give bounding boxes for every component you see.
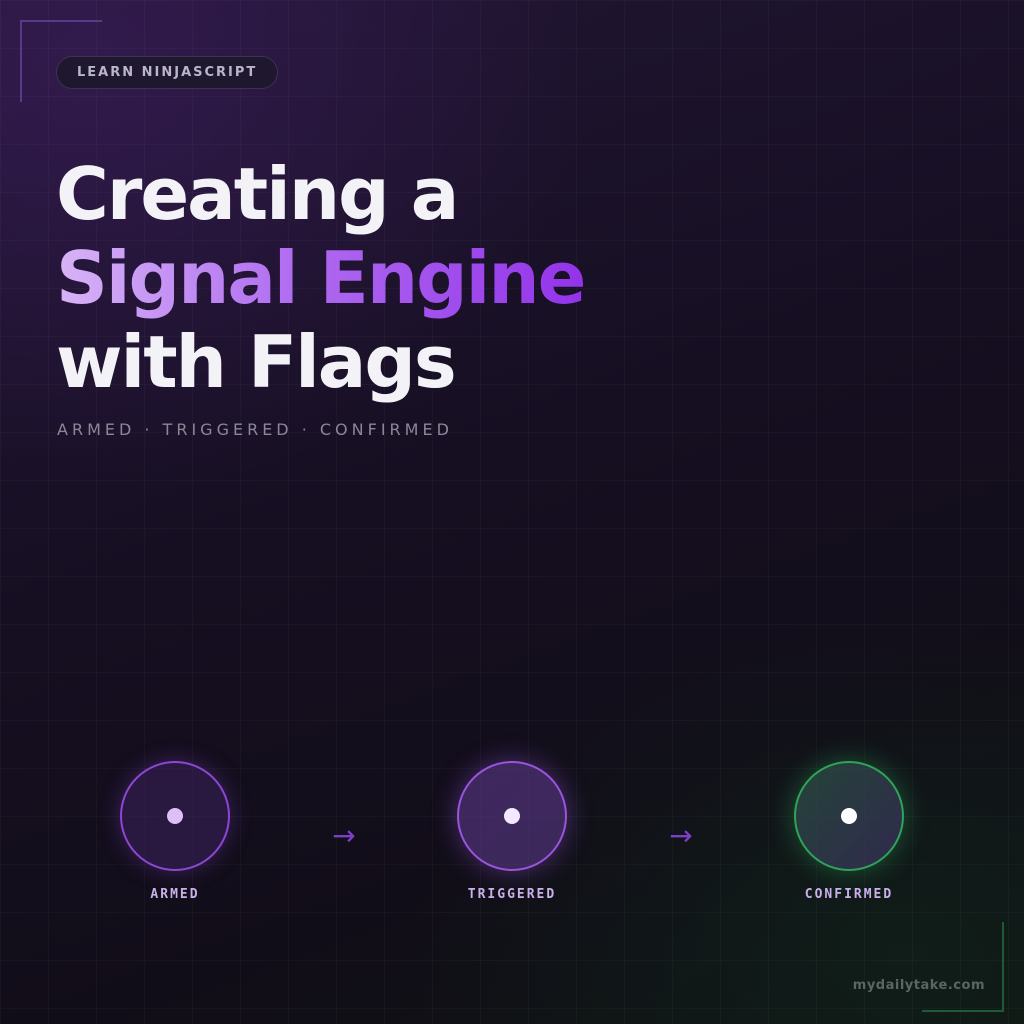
page-subtitle: ARMED · TRIGGERED · CONFIRMED <box>57 420 453 439</box>
state-confirmed-circle <box>794 761 904 871</box>
title-line-1: Creating a <box>56 152 459 236</box>
title-line-2: Signal Engine <box>56 236 586 320</box>
category-badge-label: LEARN NINJASCRIPT <box>77 65 258 80</box>
page-title: Creating a Signal Engine with Flags <box>56 152 586 404</box>
state-armed-label: ARMED <box>150 887 200 902</box>
title-line-3: with Flags <box>56 320 457 404</box>
state-armed-circle <box>120 761 230 871</box>
state-confirmed-label: CONFIRMED <box>804 887 894 902</box>
state-triggered-dot <box>504 808 520 824</box>
state-triggered-circle <box>457 761 567 871</box>
arrow-right-icon: → <box>669 819 693 852</box>
state-confirmed-dot <box>841 808 857 824</box>
footer-site-link[interactable]: mydailytake.com <box>853 978 985 993</box>
state-triggered-label: TRIGGERED <box>467 887 557 902</box>
corner-frame-bottom-right <box>922 922 1004 1012</box>
arrow-right-icon: → <box>332 819 356 852</box>
state-armed-dot <box>167 808 183 824</box>
category-badge: LEARN NINJASCRIPT <box>56 56 279 89</box>
